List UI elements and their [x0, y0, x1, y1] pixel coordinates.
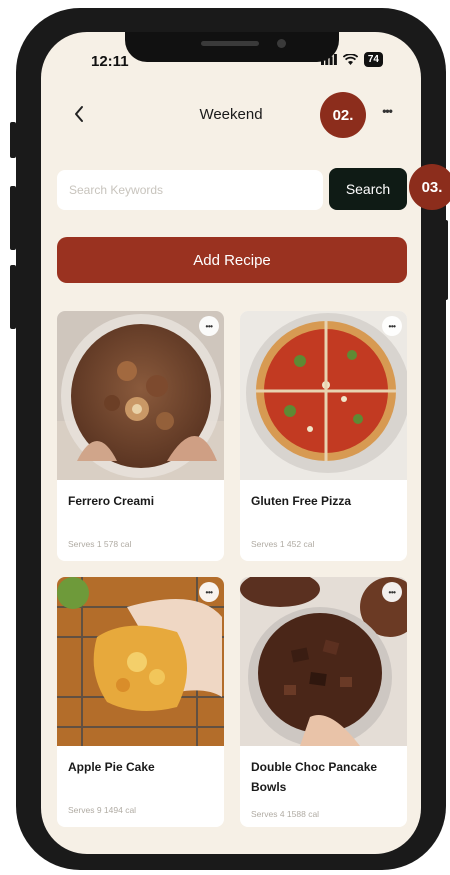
callout-badge-search: 03. — [409, 164, 450, 210]
more-horizontal-icon: ••• — [388, 587, 396, 597]
more-horizontal-icon: ••• — [205, 587, 213, 597]
recipe-options-button[interactable]: ••• — [382, 582, 402, 602]
recipe-calories: 452 cal — [286, 539, 315, 549]
recipe-name: Double Choc Pancake Bowls — [251, 760, 378, 794]
recipe-options-button[interactable]: ••• — [199, 316, 219, 336]
recipe-photo — [57, 577, 224, 746]
recipe-meta: Serves 9 1494 cal — [68, 805, 136, 815]
app-screen: 12:11 74 Weekend ••• Search Add Recipe — [41, 32, 421, 854]
phone-power-button — [444, 220, 448, 300]
recipe-serves: Serves 1 — [251, 539, 285, 549]
phone-side-button — [10, 122, 16, 158]
menu-button[interactable]: ••• — [375, 104, 399, 124]
more-horizontal-icon: ••• — [382, 104, 393, 118]
wifi-icon — [342, 54, 358, 65]
recipe-card-ferrero-creami[interactable]: ••• Ferrero Creami Serves 1 578 cal — [57, 311, 224, 561]
camera — [277, 39, 286, 48]
recipe-calories: 1494 cal — [103, 805, 137, 815]
recipe-options-button[interactable]: ••• — [199, 582, 219, 602]
recipe-card-apple-pie-cake[interactable]: ••• Apple Pie Cake Serves 9 1494 cal — [57, 577, 224, 827]
add-recipe-button[interactable]: Add Recipe — [57, 237, 407, 283]
recipe-serves: Serves 4 — [251, 809, 285, 819]
recipe-meta: Serves 4 1588 cal — [251, 809, 319, 819]
recipe-photo — [240, 577, 407, 746]
device-notch — [125, 32, 339, 62]
more-horizontal-icon: ••• — [205, 321, 213, 331]
recipe-calories: 1588 cal — [286, 809, 320, 819]
phone-volume-up — [10, 186, 16, 250]
recipe-meta: Serves 1 452 cal — [251, 539, 314, 549]
status-icons: 74 — [320, 52, 383, 67]
search-button[interactable]: Search — [329, 168, 407, 210]
recipe-card-double-choc-pancake-bowls[interactable]: ••• Double Choc Pancake Bowls Serves 4 1… — [240, 577, 407, 827]
recipe-serves: Serves 9 — [68, 805, 102, 815]
phone-volume-down — [10, 265, 16, 329]
recipe-calories: 578 cal — [103, 539, 132, 549]
callout-badge-menu: 02. — [320, 92, 366, 138]
recipe-photo — [240, 311, 407, 480]
battery-level: 74 — [363, 52, 383, 67]
recipe-card-gluten-free-pizza[interactable]: ••• Gluten Free Pizza Serves 1 452 cal — [240, 311, 407, 561]
recipe-name: Ferrero Creami — [68, 494, 155, 508]
signal-icon — [320, 54, 337, 65]
recipe-name: Gluten Free Pizza — [251, 494, 352, 508]
more-horizontal-icon: ••• — [388, 321, 396, 331]
recipe-name: Apple Pie Cake — [68, 760, 155, 774]
recipe-photo — [57, 311, 224, 480]
search-input[interactable] — [57, 170, 323, 210]
recipe-meta: Serves 1 578 cal — [68, 539, 131, 549]
speaker — [201, 41, 259, 46]
recipe-options-button[interactable]: ••• — [382, 316, 402, 336]
status-time: 12:11 — [91, 53, 129, 70]
recipe-serves: Serves 1 — [68, 539, 102, 549]
